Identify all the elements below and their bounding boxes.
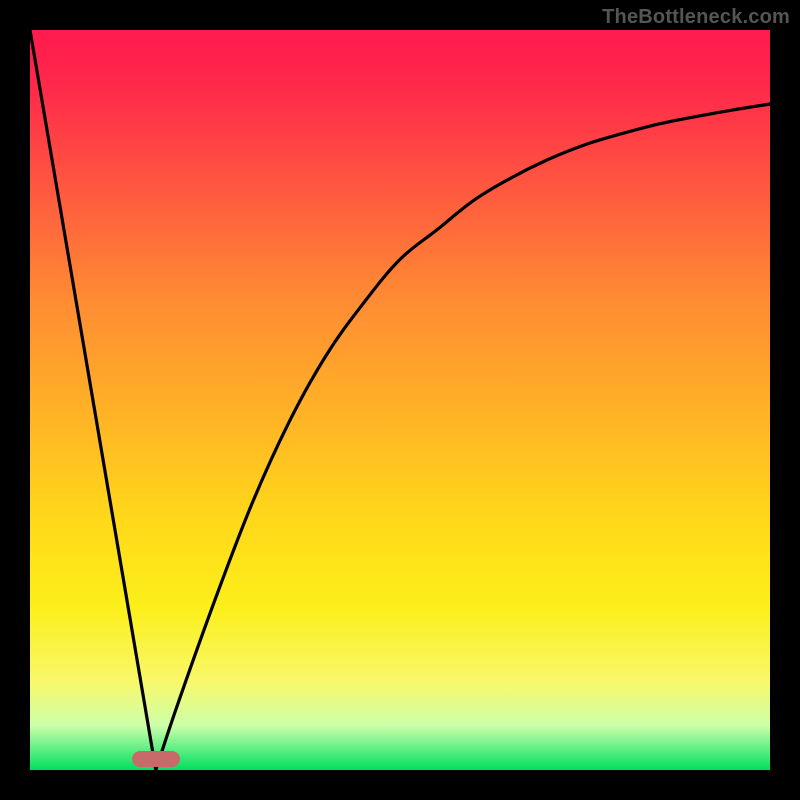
chart-frame: TheBottleneck.com: [0, 0, 800, 800]
bottleneck-marker: [132, 751, 180, 767]
chart-svg: [30, 30, 770, 770]
series-left-line: [30, 30, 156, 770]
plot-area: [30, 30, 770, 770]
series-right-curve: [156, 104, 770, 770]
watermark-text: TheBottleneck.com: [602, 6, 790, 29]
